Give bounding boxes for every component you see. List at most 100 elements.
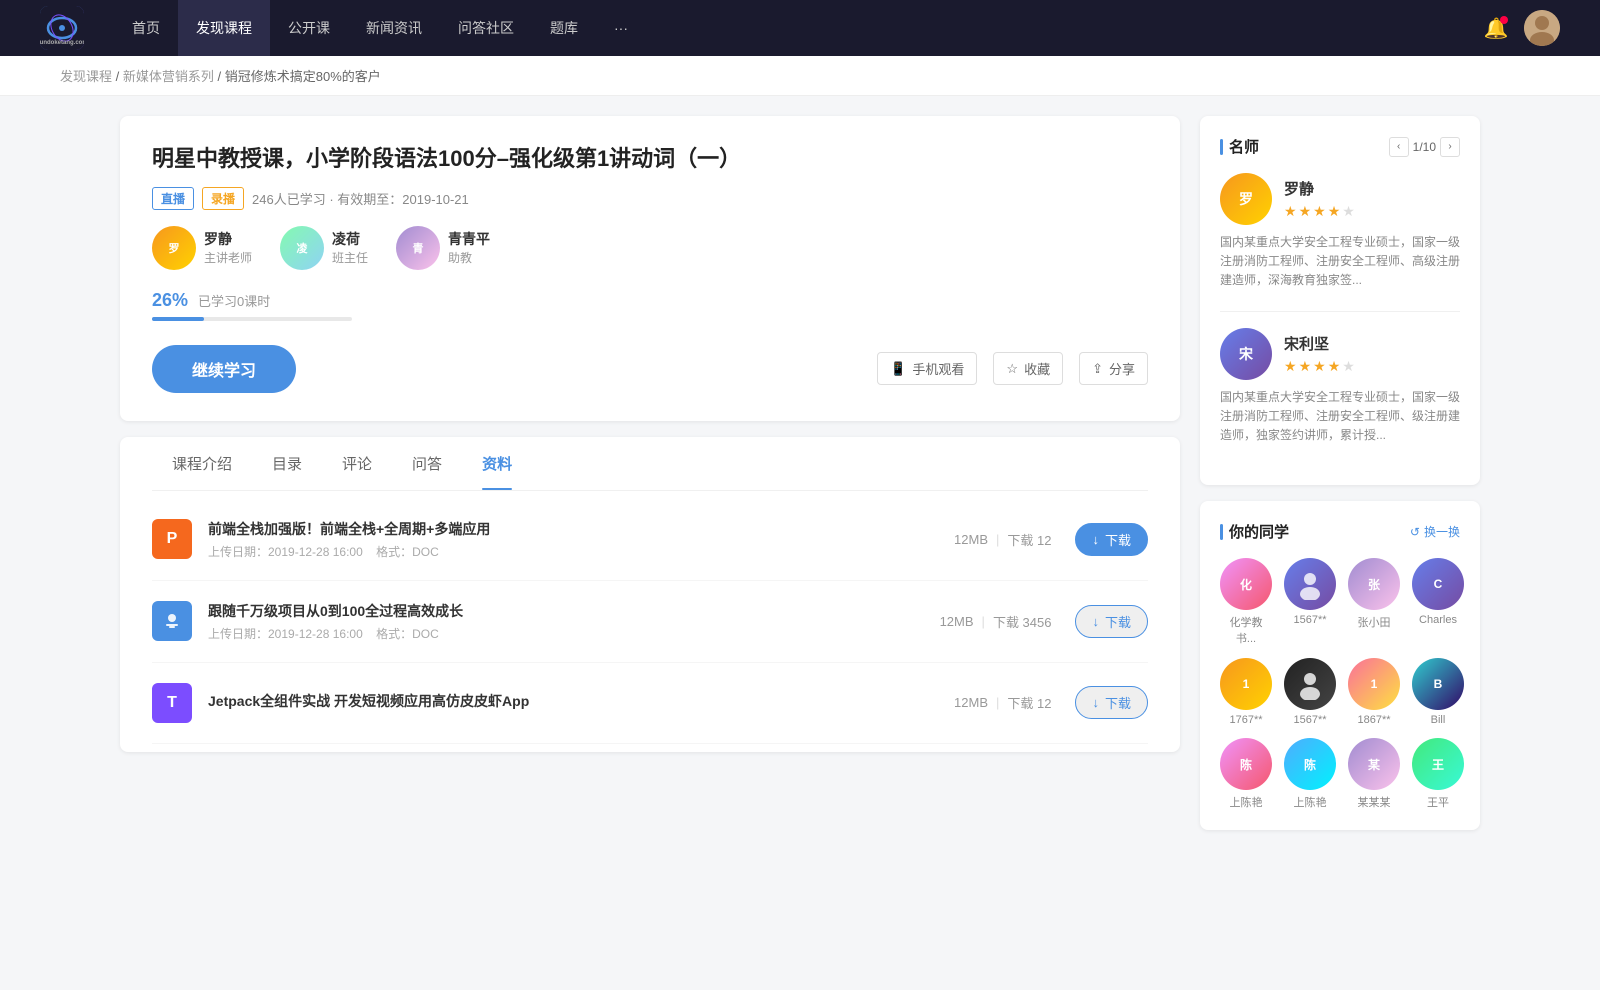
classmate-item-3[interactable]: 张 张小田 [1348, 558, 1400, 646]
resource-stats-3: 12MB | 下载 12 [954, 693, 1051, 712]
resource-meta-1: 上传日期：2019-12-28 16:00 格式：DOC [208, 543, 954, 560]
nav-item-news[interactable]: 新闻资讯 [348, 0, 440, 56]
teacher-next-button[interactable]: › [1440, 137, 1460, 157]
notification-dot [1500, 16, 1508, 24]
course-badges: 直播 录播 246人已学习 · 有效期至：2019-10-21 [152, 187, 1148, 210]
classmate-item-2[interactable]: 1567** [1284, 558, 1336, 646]
resource-item: P 前端全栈加强版！前端全栈+全周期+多端应用 上传日期：2019-12-28 … [152, 499, 1148, 581]
classmate-item-1[interactable]: 化 化学教书... [1220, 558, 1272, 646]
star-1: ★ [1284, 203, 1297, 220]
teacher-page: 1/10 [1413, 140, 1436, 154]
teacher-stars-1: ★ ★ ★ ★ ★ [1284, 203, 1355, 220]
course-actions: 继续学习 📱 手机观看 ☆ 收藏 ⇪ 分享 [152, 345, 1148, 393]
classmate-avatar-1: 化 [1220, 558, 1272, 610]
classmate-avatar-8: B [1412, 658, 1464, 710]
continue-button[interactable]: 继续学习 [152, 345, 296, 393]
teacher-pagination: ‹ 1/10 › [1389, 137, 1460, 157]
teacher-header-1: 罗 罗静 ★ ★ ★ ★ ★ [1220, 173, 1460, 225]
progress-bar-bg [152, 317, 352, 321]
breadcrumb-discover[interactable]: 发现课程 [60, 69, 112, 84]
resource-info-3: Jetpack全组件实战 开发短视频应用高仿皮皮虾App [208, 691, 954, 715]
teacher-avatar-2: 宋 [1220, 328, 1272, 380]
share-button[interactable]: ⇪ 分享 [1079, 352, 1148, 385]
classmates-card: 你的同学 ↺ 换一换 化 化学教书... 1567** [1200, 501, 1480, 830]
nav-item-qa[interactable]: 问答社区 [440, 0, 532, 56]
classmate-name-10: 上陈艳 [1294, 794, 1327, 810]
nav-item-quiz[interactable]: 题库 [532, 0, 596, 56]
collect-button[interactable]: ☆ 收藏 [993, 352, 1063, 385]
logo[interactable]: yundoketang.com [40, 6, 84, 50]
teacher-item-1: 罗 罗静 ★ ★ ★ ★ ★ 国内某重点大学安全工程专业硕士，国家一级注册消防工… [1220, 173, 1460, 291]
classmate-item-9[interactable]: 陈 上陈艳 [1220, 738, 1272, 810]
classmate-name-12: 王平 [1427, 794, 1449, 810]
breadcrumb-series[interactable]: 新媒体营销系列 [123, 69, 214, 84]
teacher-stars-2: ★ ★ ★ ★ ★ [1284, 358, 1355, 375]
mobile-watch-button[interactable]: 📱 手机观看 [877, 352, 977, 385]
teacher-name-2: 宋利坚 [1284, 333, 1355, 354]
classmate-avatar-2 [1284, 558, 1336, 610]
nav-item-discover[interactable]: 发现课程 [178, 0, 270, 56]
teachers-card-header: 名师 ‹ 1/10 › [1220, 136, 1460, 157]
nav-item-more[interactable]: ··· [596, 0, 646, 56]
classmate-name-6: 1567** [1293, 714, 1326, 726]
tab-comments[interactable]: 评论 [322, 437, 392, 490]
star-4: ★ [1328, 203, 1341, 220]
teacher-name-area-1: 罗静 ★ ★ ★ ★ ★ [1284, 178, 1355, 220]
instructors: 罗 罗静 主讲老师 凌 凌荷 班主任 青 青青平 [152, 226, 1148, 270]
bell-button[interactable]: 🔔 [1484, 16, 1508, 40]
resource-title-1: 前端全栈加强版！前端全栈+全周期+多端应用 [208, 519, 954, 539]
classmates-card-header: 你的同学 ↺ 换一换 [1220, 521, 1460, 542]
instructor-role-3: 助教 [448, 249, 490, 266]
navbar: yundoketang.com 首页 发现课程 公开课 新闻资讯 问答社区 题库… [0, 0, 1600, 56]
refresh-icon: ↺ [1410, 525, 1420, 539]
instructor-1: 罗 罗静 主讲老师 [152, 226, 252, 270]
refresh-button[interactable]: ↺ 换一换 [1410, 523, 1460, 540]
teacher-prev-button[interactable]: ‹ [1389, 137, 1409, 157]
course-info: 246人已学习 · 有效期至：2019-10-21 [252, 189, 469, 208]
resource-stats-1: 12MB | 下载 12 [954, 530, 1051, 549]
tab-qa[interactable]: 问答 [392, 437, 462, 490]
classmate-item-6[interactable]: 1567** [1284, 658, 1336, 726]
user-avatar[interactable] [1524, 10, 1560, 46]
resource-info-2: 跟随千万级项目从0到100全过程高效成长 上传日期：2019-12-28 16:… [208, 601, 940, 642]
classmate-item-7[interactable]: 1 1867** [1348, 658, 1400, 726]
instructor-2: 凌 凌荷 班主任 [280, 226, 368, 270]
classmate-avatar-4: C [1412, 558, 1464, 610]
classmate-item-12[interactable]: 王 王平 [1412, 738, 1464, 810]
tab-catalog[interactable]: 目录 [252, 437, 322, 490]
classmate-avatar-3: 张 [1348, 558, 1400, 610]
classmate-avatar-10: 陈 [1284, 738, 1336, 790]
progress-section: 26% 已学习0课时 [152, 290, 1148, 321]
course-title: 明星中教授课，小学阶段语法100分–强化级第1讲动词（一） [152, 144, 1148, 175]
star-s5: ★ [1342, 358, 1355, 375]
classmates-grid: 化 化学教书... 1567** 张 张小田 C Charles [1220, 558, 1460, 810]
resource-icon-2 [152, 601, 192, 641]
teachers-card: 名师 ‹ 1/10 › 罗 罗静 ★ ★ ★ [1200, 116, 1480, 485]
nav-item-home[interactable]: 首页 [114, 0, 178, 56]
resource-stats-2: 12MB | 下载 3456 [940, 612, 1052, 631]
tab-intro[interactable]: 课程介绍 [152, 437, 252, 490]
nav-items: 首页 发现课程 公开课 新闻资讯 问答社区 题库 ··· [114, 0, 1484, 56]
download-button-1[interactable]: ↓ 下载 [1075, 523, 1148, 556]
nav-item-open[interactable]: 公开课 [270, 0, 348, 56]
classmate-item-11[interactable]: 某 某某某 [1348, 738, 1400, 810]
classmates-title: 你的同学 [1220, 521, 1289, 542]
instructor-3: 青 青青平 助教 [396, 226, 490, 270]
star-3: ★ [1313, 203, 1326, 220]
download-button-3[interactable]: ↓ 下载 [1075, 686, 1148, 719]
classmate-name-8: Bill [1431, 714, 1446, 726]
classmate-item-8[interactable]: B Bill [1412, 658, 1464, 726]
resource-item-2: 跟随千万级项目从0到100全过程高效成长 上传日期：2019-12-28 16:… [152, 581, 1148, 663]
teacher-header-2: 宋 宋利坚 ★ ★ ★ ★ ★ [1220, 328, 1460, 380]
classmate-name-2: 1567** [1293, 614, 1326, 626]
tab-resources[interactable]: 资料 [462, 437, 532, 490]
star-5: ★ [1342, 203, 1355, 220]
classmate-item-4[interactable]: C Charles [1412, 558, 1464, 646]
classmate-item-10[interactable]: 陈 上陈艳 [1284, 738, 1336, 810]
instructor-role-2: 班主任 [332, 249, 368, 266]
classmate-item-5[interactable]: 1 1767** [1220, 658, 1272, 726]
classmate-avatar-9: 陈 [1220, 738, 1272, 790]
download-button-2[interactable]: ↓ 下载 [1075, 605, 1148, 638]
star-s1: ★ [1284, 358, 1297, 375]
star-2: ★ [1299, 203, 1312, 220]
